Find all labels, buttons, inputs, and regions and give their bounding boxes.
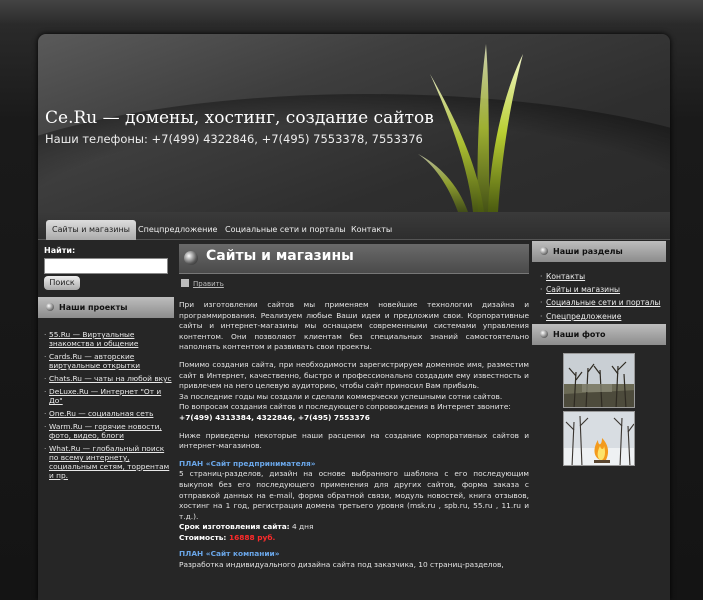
project-link[interactable]: Cards.Ru (49, 352, 82, 361)
grass-decoration-icon (418, 44, 523, 212)
projects-block-header: Наши проекты (38, 297, 174, 318)
sphere-icon (184, 251, 198, 265)
project-link[interactable]: One.Ru (49, 409, 76, 418)
list-item: Социальные сети и порталы (540, 296, 660, 309)
list-item: Chats.Ru — чаты на любой вкус (44, 374, 172, 383)
project-link[interactable]: Chats.Ru (49, 374, 82, 383)
landscape-photo-icon (564, 354, 634, 407)
project-desc[interactable]: — социальная сеть (76, 409, 153, 418)
paragraph-intro: При изготовлении сайтов мы применяем нов… (179, 300, 529, 352)
section-link-social[interactable]: Социальные сети и порталы (546, 298, 660, 307)
contact-phones: +7(499) 4313384, 4322846, +7(495) 755337… (179, 412, 370, 422)
fire-photo-icon (564, 412, 634, 465)
edit-icon (181, 279, 189, 287)
plan-1-title: ПЛАН «Сайт предпринимателя» (179, 458, 316, 468)
site-title: Ce.Ru — домены, хостинг, создание сайтов (45, 108, 434, 128)
nav-item-contacts[interactable]: Контакты (345, 221, 398, 240)
bullet-icon (46, 303, 54, 311)
project-link[interactable]: What.Ru (49, 444, 80, 453)
projects-list: 55.Ru — Виртуальные знакомства и общение… (44, 330, 172, 484)
paragraph-services: Помимо создания сайта, при необходимости… (179, 360, 529, 424)
photo-thumbnail[interactable] (563, 411, 635, 466)
article-body: При изготовлении сайтов мы применяем нов… (179, 300, 529, 571)
bullet-icon (540, 330, 548, 338)
project-desc[interactable]: — чаты на любой вкус (82, 374, 171, 383)
main-nav: Сайты и магазины Спецпредложение Социаль… (38, 212, 670, 240)
list-item: Контакты (540, 270, 660, 283)
search-label: Найти: (44, 246, 76, 255)
list-item: DeLuxe.Ru — Интернет "От и До" (44, 387, 172, 405)
plan-1: ПЛАН «Сайт предпринимателя» 5 страниц-ра… (179, 459, 529, 544)
plan-1-term-value: 4 дня (289, 522, 314, 532)
paragraph-prices: Ниже приведены некоторые наши расценки н… (179, 430, 529, 451)
section-link-contacts[interactable]: Контакты (546, 272, 585, 281)
list-item: One.Ru — социальная сеть (44, 409, 172, 418)
list-item: 55.Ru — Виртуальные знакомства и общение (44, 330, 172, 348)
list-item: Спецпредложение (540, 310, 660, 323)
search-input[interactable] (44, 258, 168, 274)
nav-item-sites[interactable]: Сайты и магазины (46, 220, 136, 240)
photos-title: Наши фото (553, 330, 606, 339)
photo-thumbnail[interactable] (563, 353, 635, 408)
list-item: Cards.Ru — авторские виртуальные открытк… (44, 352, 172, 370)
project-link[interactable]: Warm.Ru (49, 422, 82, 431)
projects-title: Наши проекты (59, 303, 128, 312)
plan-1-price: Стоимость: 16888 руб. (179, 533, 529, 544)
section-link-sites[interactable]: Сайты и магазины (546, 285, 620, 294)
plan-1-price-label: Стоимость: (179, 532, 227, 542)
plan-2: ПЛАН «Сайт компании» Разработка индивиду… (179, 549, 529, 570)
plan-1-term: Срок изготовления сайта: 4 дня (179, 522, 529, 533)
nav-item-special[interactable]: Спецпредложение (132, 221, 223, 240)
page-title: Сайты и магазины (206, 248, 354, 264)
plan-2-desc: Разработка индивидуального дизайна сайта… (179, 560, 504, 570)
plan-2-title: ПЛАН «Сайт компании» (179, 549, 280, 559)
site-header: Ce.Ru — домены, хостинг, создание сайтов… (38, 34, 670, 212)
page-title-bar: Сайты и магазины (179, 244, 529, 274)
services-text: Помимо создания сайта, при необходимости… (179, 359, 529, 391)
page-container: Ce.Ru — домены, хостинг, создание сайтов… (38, 34, 670, 600)
project-link[interactable]: DeLuxe.Ru (49, 387, 88, 396)
site-phones: Наши телефоны: +7(499) 4322846, +7(495) … (45, 132, 423, 146)
photos-block-header: Наши фото (532, 324, 666, 345)
search-button[interactable]: Поиск (44, 276, 80, 290)
list-item: What.Ru — глобальный поиск по всему инте… (44, 444, 172, 480)
bullet-icon (540, 247, 548, 255)
experience-text: За последние годы мы создали и сделали к… (179, 391, 503, 401)
project-link[interactable]: 55.Ru (49, 330, 70, 339)
contact-text: По вопросам создания сайтов и последующе… (179, 402, 511, 412)
plan-1-term-label: Срок изготовления сайта: (179, 522, 290, 532)
edit-link[interactable]: Править (181, 279, 224, 288)
nav-item-social[interactable]: Социальные сети и порталы (219, 221, 352, 240)
list-item: Warm.Ru — горячие новости, фото, видео, … (44, 422, 172, 440)
plan-1-price-value: 16888 руб. (226, 532, 276, 542)
plan-1-desc: 5 страниц-разделов, дизайн на основе выб… (179, 469, 529, 521)
sections-title: Наши разделы (553, 247, 623, 256)
sections-block-header: Наши разделы (532, 241, 666, 262)
list-item: Сайты и магазины (540, 283, 660, 296)
edit-link-label[interactable]: Править (193, 280, 224, 288)
sections-list: Контакты Сайты и магазины Социальные сет… (540, 270, 660, 323)
section-link-special[interactable]: Спецпредложение (546, 312, 621, 321)
